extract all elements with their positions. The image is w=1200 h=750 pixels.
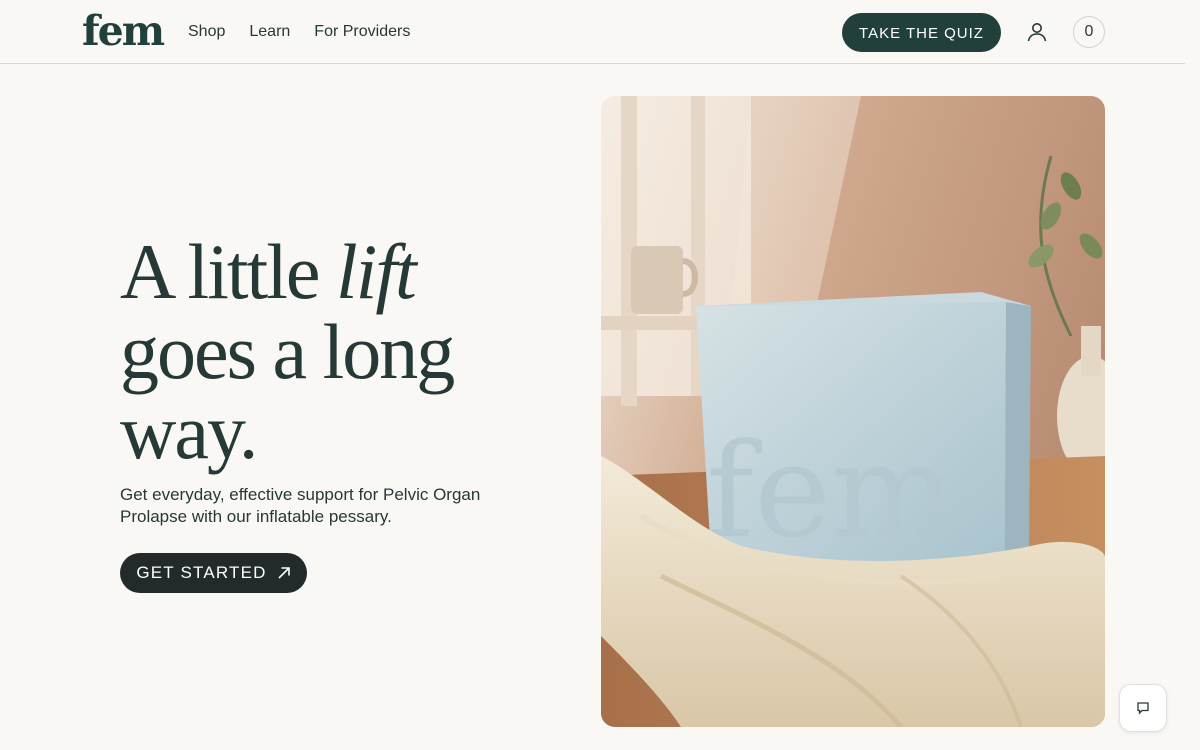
box-brand-text: fem <box>706 415 954 567</box>
nav-for-providers[interactable]: For Providers <box>314 22 410 42</box>
arrow-up-right-icon <box>278 567 290 579</box>
headline-part-1: A little <box>120 228 336 315</box>
chat-bubble-icon <box>1137 702 1149 715</box>
take-the-quiz-button[interactable]: TAKE THE QUIZ <box>842 13 1001 52</box>
hero-subtext: Get everyday, effective support for Pelv… <box>120 485 481 526</box>
headline-emphasis: lift <box>336 228 417 315</box>
nav-shop[interactable]: Shop <box>188 22 225 42</box>
main-nav: Shop Learn For Providers <box>188 22 410 42</box>
nav-learn[interactable]: Learn <box>249 22 290 42</box>
get-started-button[interactable]: GET STARTED <box>120 553 307 593</box>
cart-button[interactable]: 0 <box>1073 16 1105 48</box>
site-header: fem Shop Learn For Providers TAKE THE QU… <box>0 0 1185 64</box>
get-started-label: GET STARTED <box>136 563 267 582</box>
chat-widget-button[interactable] <box>1119 684 1167 732</box>
headline-part-2: goes a long way. <box>120 308 455 475</box>
hero-product-image: fem <box>601 96 1105 727</box>
fem-logo[interactable]: fem <box>82 6 165 56</box>
user-icon[interactable] <box>1025 20 1049 44</box>
hero-headline: A little lift goes a long way. <box>120 232 540 472</box>
product-photo: fem <box>601 96 1105 727</box>
